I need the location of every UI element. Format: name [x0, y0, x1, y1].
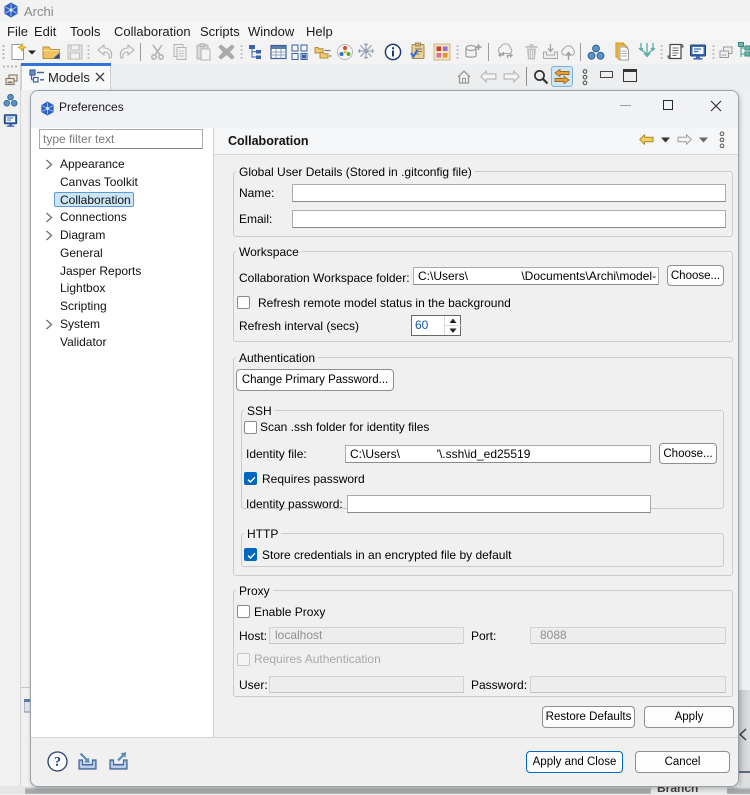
svg-text:?: ?: [54, 755, 61, 770]
